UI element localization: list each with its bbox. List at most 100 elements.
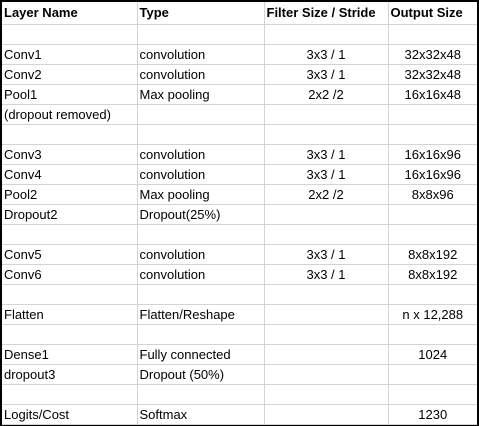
header-output-size: Output Size — [388, 2, 477, 25]
table-row: Dropout2 Dropout(25%) — [2, 204, 477, 225]
filter-stride-cell — [264, 384, 389, 405]
table-row: Conv5 convolution 3x3 / 1 8x8x192 — [2, 244, 477, 265]
table-row — [2, 324, 477, 345]
filter-stride-cell — [264, 24, 389, 45]
type-cell: convolution — [137, 264, 265, 285]
type-cell: Fully connected — [137, 344, 265, 365]
output-size-cell: 32x32x48 — [388, 44, 477, 65]
type-cell: Dropout (50%) — [137, 364, 265, 385]
table-row: Conv3 convolution 3x3 / 1 16x16x96 — [2, 144, 477, 165]
output-size-cell — [388, 204, 477, 225]
output-size-cell — [388, 364, 477, 385]
filter-stride-cell — [264, 204, 389, 225]
filter-stride-cell: 2x2 /2 — [264, 84, 389, 105]
type-cell: convolution — [137, 64, 265, 85]
table-row — [2, 24, 477, 45]
layer-name-cell: Dense1 — [2, 344, 138, 365]
layer-name-cell: Flatten — [2, 304, 138, 325]
table-row — [2, 224, 477, 245]
type-cell: convolution — [137, 164, 265, 185]
filter-stride-cell: 3x3 / 1 — [264, 164, 389, 185]
filter-stride-cell — [264, 364, 389, 385]
type-cell — [137, 24, 265, 45]
output-size-cell: 16x16x48 — [388, 84, 477, 105]
filter-stride-cell: 2x2 /2 — [264, 184, 389, 205]
table-row: Conv1 convolution 3x3 / 1 32x32x48 — [2, 44, 477, 65]
layer-name-cell: Conv6 — [2, 264, 138, 285]
type-cell: convolution — [137, 44, 265, 65]
filter-stride-cell: 3x3 / 1 — [264, 44, 389, 65]
output-size-cell — [388, 224, 477, 245]
table-row — [2, 384, 477, 405]
layer-name-cell — [2, 124, 138, 145]
filter-stride-cell — [264, 324, 389, 345]
layer-name-cell — [2, 384, 138, 405]
output-size-cell: 16x16x96 — [388, 164, 477, 185]
output-size-cell — [388, 324, 477, 345]
layer-name-cell — [2, 324, 138, 345]
output-size-cell: 16x16x96 — [388, 144, 477, 165]
filter-stride-cell — [264, 304, 389, 325]
layer-name-cell: Conv5 — [2, 244, 138, 265]
type-cell: convolution — [137, 244, 265, 265]
layer-name-cell: Dropout2 — [2, 204, 138, 225]
type-cell — [137, 124, 265, 145]
output-size-cell — [388, 384, 477, 405]
output-size-cell — [388, 104, 477, 125]
type-cell: Max pooling — [137, 84, 265, 105]
layer-table: Layer Name Type Filter Size / Stride Out… — [2, 2, 477, 425]
layer-name-cell: (dropout removed) — [2, 104, 138, 125]
type-cell — [137, 104, 265, 125]
table-row: Pool2 Max pooling 2x2 /2 8x8x96 — [2, 184, 477, 205]
table-body: Conv1 convolution 3x3 / 1 32x32x48 Conv2 conv… — [2, 24, 477, 425]
type-cell: Flatten/Reshape — [137, 304, 265, 325]
table-row — [2, 124, 477, 145]
type-cell: Dropout(25%) — [137, 204, 265, 225]
type-cell — [137, 284, 265, 305]
layer-name-cell — [2, 24, 138, 45]
layer-name-cell — [2, 224, 138, 245]
table-row: Flatten Flatten/Reshape n x 12,288 — [2, 304, 477, 325]
table-row: Pool1 Max pooling 2x2 /2 16x16x48 — [2, 84, 477, 105]
filter-stride-cell: 3x3 / 1 — [264, 64, 389, 85]
layer-name-cell — [2, 284, 138, 305]
table-row: Conv6 convolution 3x3 / 1 8x8x192 — [2, 264, 477, 285]
filter-stride-cell — [264, 104, 389, 125]
layer-name-cell: Logits/Cost — [2, 404, 138, 425]
output-size-cell: 1230 — [388, 404, 477, 425]
output-size-cell: 8x8x192 — [388, 244, 477, 265]
output-size-cell: n x 12,288 — [388, 304, 477, 325]
filter-stride-cell: 3x3 / 1 — [264, 144, 389, 165]
type-cell — [137, 324, 265, 345]
type-cell — [137, 224, 265, 245]
layer-name-cell: dropout3 — [2, 364, 138, 385]
header-filter-size-stride: Filter Size / Stride — [264, 2, 389, 25]
table-row — [2, 284, 477, 305]
output-size-cell: 8x8x192 — [388, 264, 477, 285]
header-layer-name: Layer Name — [2, 2, 138, 25]
type-cell: Max pooling — [137, 184, 265, 205]
type-cell: Softmax — [137, 404, 265, 425]
output-size-cell: 32x32x48 — [388, 64, 477, 85]
filter-stride-cell: 3x3 / 1 — [264, 264, 389, 285]
header-type: Type — [137, 2, 265, 25]
filter-stride-cell — [264, 224, 389, 245]
output-size-cell — [388, 124, 477, 145]
table-row: dropout3 Dropout (50%) — [2, 364, 477, 385]
output-size-cell: 8x8x96 — [388, 184, 477, 205]
output-size-cell: 1024 — [388, 344, 477, 365]
table-row: Dense1 Fully connected 1024 — [2, 344, 477, 365]
filter-stride-cell — [264, 124, 389, 145]
output-size-cell — [388, 24, 477, 45]
table-row: Logits/Cost Softmax 1230 — [2, 404, 477, 425]
layer-name-cell: Pool2 — [2, 184, 138, 205]
type-cell — [137, 384, 265, 405]
filter-stride-cell — [264, 404, 389, 425]
table-row: (dropout removed) — [2, 104, 477, 125]
header-row: Layer Name Type Filter Size / Stride Out… — [2, 2, 477, 25]
layer-table-frame: Layer Name Type Filter Size / Stride Out… — [0, 0, 479, 426]
filter-stride-cell — [264, 344, 389, 365]
layer-name-cell: Pool1 — [2, 84, 138, 105]
filter-stride-cell: 3x3 / 1 — [264, 244, 389, 265]
type-cell: convolution — [137, 144, 265, 165]
